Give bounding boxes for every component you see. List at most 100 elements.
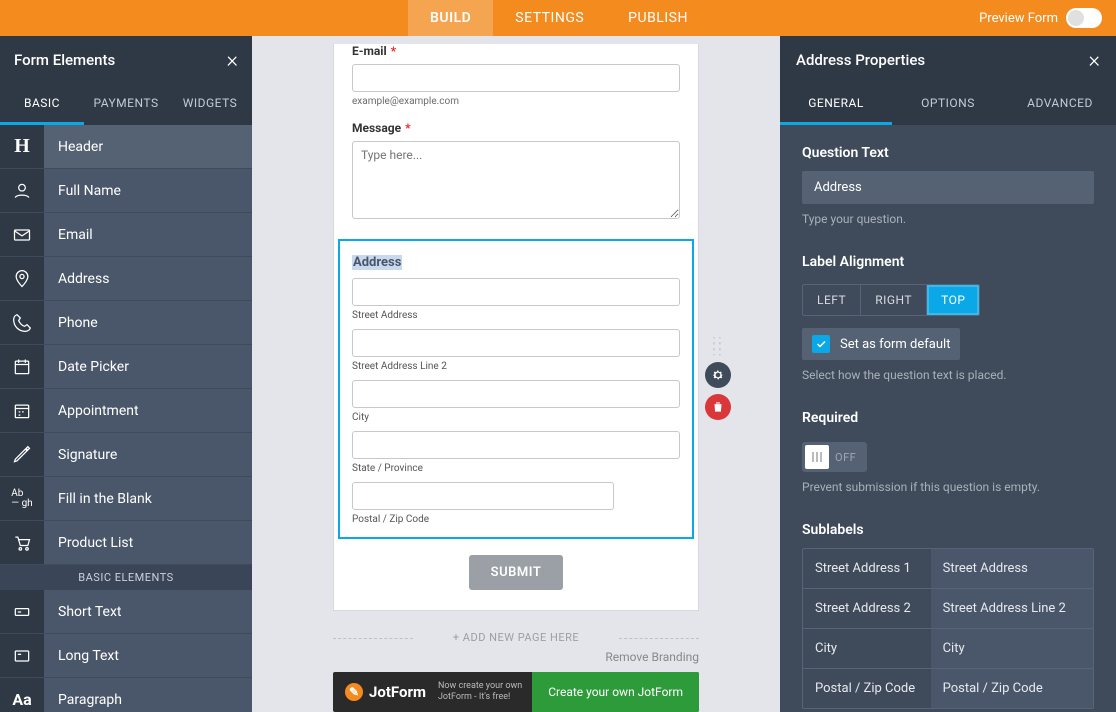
street-input[interactable] <box>352 278 680 306</box>
right-tab-options[interactable]: OPTIONS <box>892 84 1004 125</box>
drag-handle-icon[interactable]: ∷∷∷ <box>713 338 724 356</box>
trash-icon <box>711 400 725 414</box>
left-panel: Form Elements × BASIC PAYMENTS WIDGETS H… <box>0 36 252 712</box>
email-hint: example@example.com <box>352 96 680 107</box>
email-input[interactable] <box>352 64 680 92</box>
align-right-button[interactable]: RIGHT <box>860 285 926 315</box>
alignment-hint: Select how the question text is placed. <box>802 368 1094 382</box>
element-header[interactable]: H Header <box>0 125 252 169</box>
jotform-logo: ✎JotForm <box>333 683 438 701</box>
left-tab-payments[interactable]: PAYMENTS <box>84 84 168 125</box>
element-label: Date Picker <box>44 359 129 375</box>
close-icon[interactable]: × <box>226 48 238 73</box>
message-textarea[interactable] <box>352 141 680 219</box>
fill-blank-icon: Ab— gh <box>0 477 44 520</box>
address-label: Address <box>352 255 402 270</box>
street2-input[interactable] <box>352 329 680 357</box>
element-short-text[interactable]: Short Text <box>0 590 252 634</box>
element-label: Product List <box>44 535 133 551</box>
state-input[interactable] <box>352 431 680 459</box>
element-product-list[interactable]: Product List <box>0 521 252 565</box>
city-input[interactable] <box>352 380 680 408</box>
sublabels-title: Sublabels <box>802 522 1094 538</box>
left-tab-widgets[interactable]: WIDGETS <box>168 84 252 125</box>
basic-elements-separator: BASIC ELEMENTS <box>0 565 252 590</box>
sublabel-value[interactable]: Postal / Zip Code <box>931 669 1093 708</box>
element-long-text[interactable]: Long Text <box>0 634 252 678</box>
label-alignment-title: Label Alignment <box>802 254 1094 270</box>
element-fill-blank[interactable]: Ab— gh Fill in the Blank <box>0 477 252 521</box>
element-label: Signature <box>44 447 117 463</box>
question-text-input[interactable] <box>802 171 1094 204</box>
postal-sublabel: Postal / Zip Code <box>352 514 680 525</box>
question-text-title: Question Text <box>802 145 1094 161</box>
short-text-icon <box>0 590 44 633</box>
sublabel-value[interactable]: Street Address <box>931 549 1093 588</box>
sublabel-value[interactable]: City <box>931 629 1093 668</box>
preview-toggle[interactable] <box>1066 8 1102 28</box>
field-delete-button[interactable] <box>705 394 731 420</box>
gear-icon <box>711 368 725 382</box>
sublabel-key: Postal / Zip Code <box>803 669 931 708</box>
tab-settings[interactable]: SETTINGS <box>493 0 606 36</box>
message-label: Message* <box>352 121 680 135</box>
element-phone[interactable]: Phone <box>0 301 252 345</box>
left-panel-title: Form Elements <box>14 51 115 69</box>
element-label: Long Text <box>44 648 119 664</box>
element-label: Full Name <box>44 183 121 199</box>
sublabel-value[interactable]: Street Address Line 2 <box>931 589 1093 628</box>
set-default-label: Set as form default <box>840 337 950 352</box>
address-field-selected[interactable]: Address Street Address Street Address Li… <box>338 239 694 539</box>
street-sublabel: Street Address <box>352 310 680 321</box>
element-signature[interactable]: Signature <box>0 433 252 477</box>
long-text-icon <box>0 634 44 677</box>
checkbox-checked-icon <box>812 335 830 353</box>
email-label: E-mail* <box>352 44 680 58</box>
left-tab-basic[interactable]: BASIC <box>0 84 84 125</box>
element-label: Fill in the Blank <box>44 491 152 507</box>
close-icon[interactable]: × <box>1088 48 1100 73</box>
set-default-checkbox-row[interactable]: Set as form default <box>802 328 960 360</box>
state-sublabel: State / Province <box>352 463 680 474</box>
align-left-button[interactable]: LEFT <box>803 285 860 315</box>
sublabel-key: City <box>803 629 931 668</box>
add-new-page-button[interactable]: + ADD NEW PAGE HERE <box>333 631 699 644</box>
top-bar: BUILD SETTINGS PUBLISH Preview Form <box>0 0 1116 36</box>
paragraph-icon: Aa <box>0 678 44 712</box>
element-label: Paragraph <box>44 692 122 708</box>
submit-button[interactable]: SUBMIT <box>469 555 564 590</box>
right-tab-general[interactable]: GENERAL <box>780 84 892 125</box>
location-icon <box>0 257 44 300</box>
postal-input[interactable] <box>352 482 614 510</box>
remove-branding-link[interactable]: Remove Branding <box>333 650 699 664</box>
required-toggle[interactable]: OFF <box>802 442 867 472</box>
question-text-hint: Type your question. <box>802 212 1094 226</box>
right-tab-advanced[interactable]: ADVANCED <box>1004 84 1116 125</box>
alignment-segmented: LEFT RIGHT TOP <box>802 284 980 316</box>
required-state: OFF <box>835 451 864 464</box>
right-panel-title: Address Properties <box>796 51 925 69</box>
element-full-name[interactable]: Full Name <box>0 169 252 213</box>
element-appointment[interactable]: Appointment <box>0 389 252 433</box>
sublabels-table: Street Address 1 Street Address Street A… <box>802 548 1094 709</box>
element-date-picker[interactable]: Date Picker <box>0 345 252 389</box>
tab-build[interactable]: BUILD <box>408 0 493 36</box>
phone-icon <box>0 301 44 344</box>
element-paragraph[interactable]: Aa Paragraph <box>0 678 252 712</box>
calendar-grid-icon <box>0 389 44 432</box>
city-sublabel: City <box>352 412 680 423</box>
banner-cta-button[interactable]: Create your own JotForm <box>532 672 699 712</box>
pen-icon <box>0 433 44 476</box>
field-settings-button[interactable] <box>705 362 731 388</box>
element-label: Short Text <box>44 604 122 620</box>
align-top-button[interactable]: TOP <box>926 285 979 315</box>
element-email[interactable]: Email <box>0 213 252 257</box>
element-label: Appointment <box>44 403 139 419</box>
form-canvas[interactable]: E-mail* example@example.com Message* Add… <box>252 36 780 712</box>
tab-publish[interactable]: PUBLISH <box>606 0 710 36</box>
right-panel: Address Properties × GENERAL OPTIONS ADV… <box>780 36 1116 712</box>
element-label: Phone <box>44 315 98 331</box>
user-icon <box>0 169 44 212</box>
required-title: Required <box>802 410 1094 426</box>
element-address[interactable]: Address <box>0 257 252 301</box>
